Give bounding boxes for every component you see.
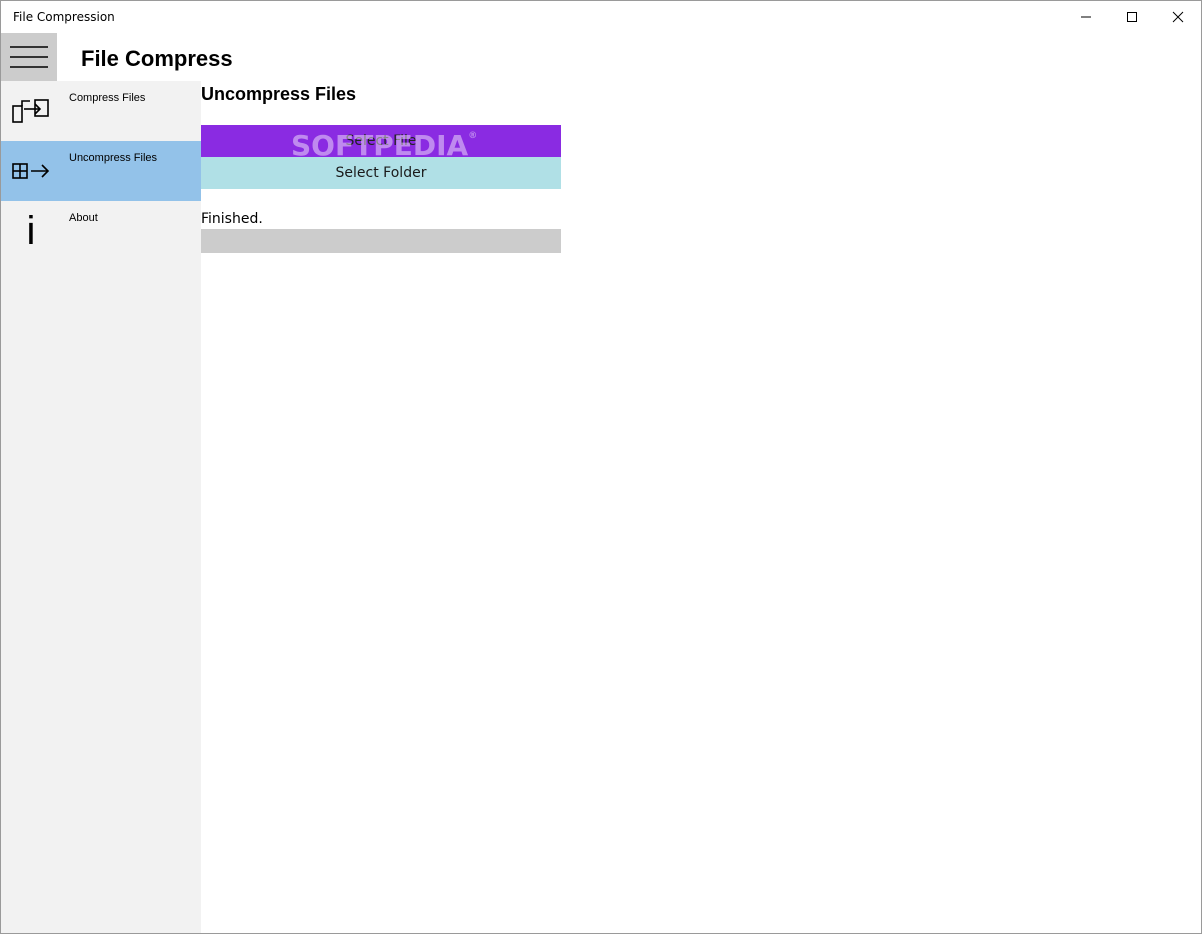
window-title: File Compression <box>13 10 115 24</box>
uncompress-icon <box>9 149 53 193</box>
hamburger-icon <box>10 46 48 68</box>
sidebar-item-uncompress-files[interactable]: Uncompress Files <box>1 141 201 201</box>
sidebar-item-compress-files[interactable]: Compress Files <box>1 81 201 141</box>
info-icon: i <box>26 209 36 253</box>
select-file-button[interactable]: Select File <box>201 125 561 157</box>
status-text: Finished. <box>201 211 263 227</box>
progress-bar <box>201 229 561 253</box>
minimize-icon <box>1081 16 1091 18</box>
maximize-icon <box>1127 12 1137 22</box>
sidebar: Compress Files Uncompress Files i About <box>1 81 201 933</box>
sidebar-item-label: About <box>69 212 98 224</box>
sidebar-item-about[interactable]: i About <box>1 201 201 261</box>
section-title: Uncompress Files <box>201 84 357 104</box>
sidebar-item-label: Compress Files <box>69 92 146 104</box>
minimize-button[interactable] <box>1063 1 1109 33</box>
hamburger-button[interactable] <box>1 33 57 81</box>
page-title: File Compress <box>81 46 233 71</box>
title-bar[interactable]: File Compression <box>1 1 1201 33</box>
select-folder-button[interactable]: Select Folder <box>201 157 561 189</box>
maximize-button[interactable] <box>1109 1 1155 33</box>
close-button[interactable] <box>1155 1 1201 33</box>
close-icon <box>1172 11 1184 23</box>
compress-icon <box>9 89 53 133</box>
sidebar-item-label: Uncompress Files <box>69 152 158 164</box>
app-window: File Compression File Compress Compress … <box>0 0 1202 934</box>
